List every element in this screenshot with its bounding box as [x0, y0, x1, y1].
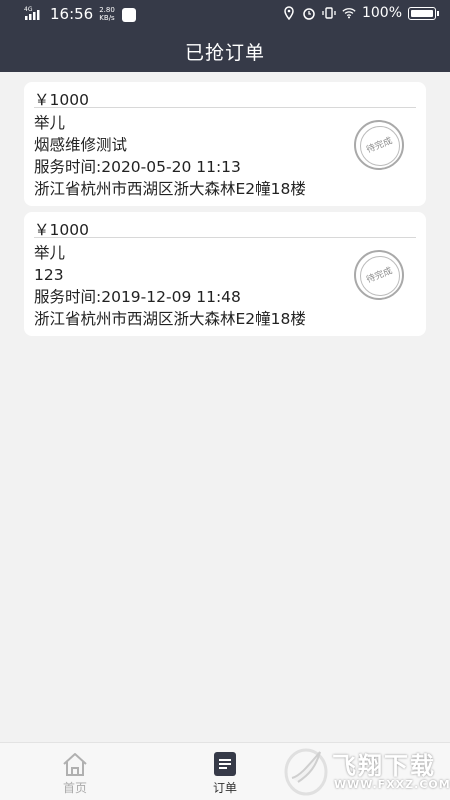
location-icon — [284, 6, 294, 20]
order-address: 浙江省杭州市西湖区浙大森林E2幢18楼 — [34, 180, 306, 198]
order-list-icon — [214, 752, 236, 776]
divider — [34, 107, 416, 108]
order-description: 123 — [34, 266, 64, 284]
wifi-icon — [342, 8, 356, 19]
status-bar: 4G 16:56 2.80 KB/s 100% — [0, 0, 450, 30]
signal-icon: 4G — [24, 6, 40, 20]
clock: 16:56 — [50, 5, 94, 23]
tab-home[interactable]: 首页 — [0, 743, 150, 800]
order-description: 烟感维修测试 — [34, 136, 128, 154]
page-title: 已抢订单 — [184, 42, 265, 64]
order-card[interactable]: ￥1000 举儿 烟感维修测试 服务时间:2020-05-20 11:13 浙江… — [24, 82, 426, 206]
divider — [34, 237, 416, 238]
pending-stamp: 待完成 — [354, 250, 404, 300]
vibrate-icon — [322, 7, 336, 19]
network-speed: 2.80 KB/s — [96, 6, 118, 22]
order-card[interactable]: ￥1000 举儿 123 服务时间:2019-12-09 11:48 浙江省杭州… — [24, 212, 426, 336]
home-icon — [63, 753, 87, 776]
stamp-label: 待完成 — [365, 266, 394, 286]
battery-icon — [408, 6, 439, 20]
order-customer: 举儿 — [34, 114, 66, 132]
order-service-time: 服务时间:2019-12-09 11:48 — [34, 288, 241, 306]
watermark-url: WWW.FXXZ.COM — [334, 778, 450, 791]
order-service-time: 服务时间:2020-05-20 11:13 — [34, 158, 241, 176]
network-speed-value: 2.80 — [99, 6, 115, 14]
tab-home-label: 首页 — [62, 781, 87, 795]
tab-orders-label: 订单 — [212, 781, 237, 795]
order-address: 浙江省杭州市西湖区浙大森林E2幢18楼 — [34, 310, 306, 328]
app-notification-icon — [122, 8, 136, 22]
svg-text:4G: 4G — [24, 6, 33, 13]
watermark-logo: 飞翔下载 WWW.FXXZ.COM — [282, 742, 450, 798]
alarm-icon — [303, 8, 315, 20]
app-header: 4G 16:56 2.80 KB/s 100% 已抢订单 — [0, 0, 450, 72]
tab-orders[interactable]: 订单 — [150, 743, 300, 800]
battery-percent: 100% — [361, 5, 402, 21]
stamp-label: 待完成 — [365, 136, 394, 156]
order-customer: 举儿 — [34, 244, 66, 262]
pending-stamp: 待完成 — [354, 120, 404, 170]
network-speed-unit: KB/s — [99, 14, 115, 22]
watermark-brand: 飞翔下载 — [332, 752, 436, 780]
brand-logo-icon — [284, 748, 328, 796]
